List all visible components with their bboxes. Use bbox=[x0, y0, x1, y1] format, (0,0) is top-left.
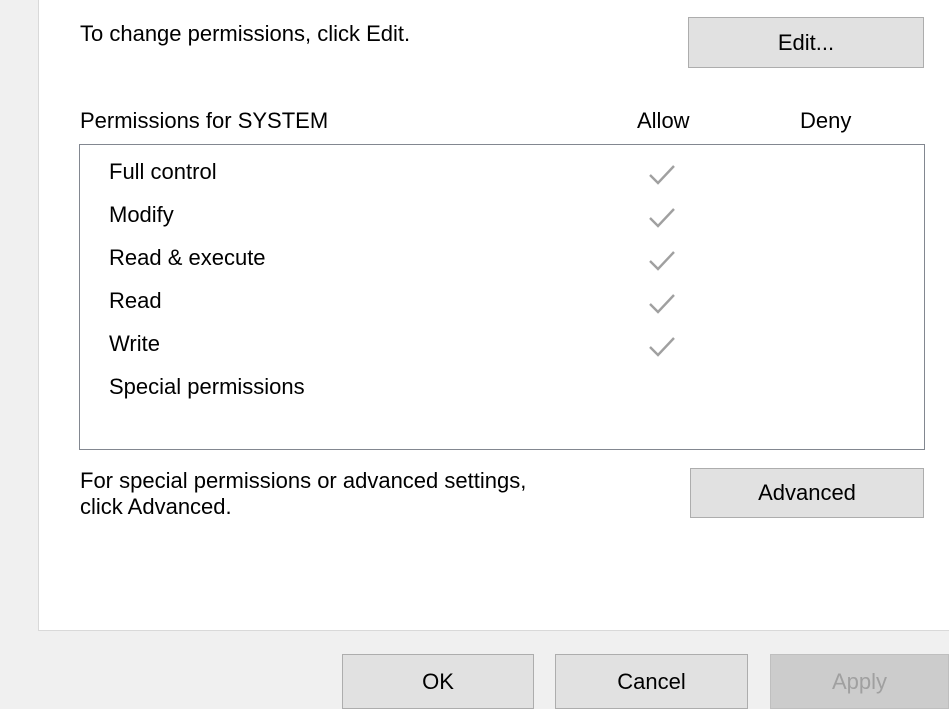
allow-check-icon bbox=[646, 290, 678, 316]
list-item: Read & execute bbox=[80, 237, 924, 280]
advanced-button[interactable]: Advanced bbox=[690, 468, 924, 518]
permissions-list[interactable]: Full control Modify Read & execute Read … bbox=[79, 144, 925, 450]
allow-check-icon bbox=[646, 333, 678, 359]
list-item: Full control bbox=[80, 151, 924, 194]
cancel-button[interactable]: Cancel bbox=[555, 654, 748, 709]
advanced-prompt-line2: click Advanced. bbox=[80, 494, 232, 519]
allow-check-icon bbox=[646, 204, 678, 230]
permission-name: Special permissions bbox=[109, 374, 305, 399]
advanced-prompt-line1: For special permissions or advanced sett… bbox=[80, 468, 527, 493]
list-item: Write bbox=[80, 323, 924, 366]
list-item: Read bbox=[80, 280, 924, 323]
edit-prompt: To change permissions, click Edit. bbox=[80, 21, 411, 46]
column-header-deny: Deny bbox=[800, 108, 852, 133]
allow-check-icon bbox=[646, 247, 678, 273]
permission-name: Read bbox=[109, 288, 162, 313]
permission-name: Full control bbox=[109, 159, 217, 184]
permission-name: Read & execute bbox=[109, 245, 266, 270]
permission-name: Modify bbox=[109, 202, 174, 227]
allow-check-icon bbox=[646, 161, 678, 187]
ok-button[interactable]: OK bbox=[342, 654, 534, 709]
list-item: Special permissions bbox=[80, 366, 924, 409]
apply-button[interactable]: Apply bbox=[770, 654, 949, 709]
permission-name: Write bbox=[109, 331, 160, 356]
permissions-header: Permissions for SYSTEM bbox=[80, 108, 329, 133]
edit-button[interactable]: Edit... bbox=[688, 17, 924, 68]
column-header-allow: Allow bbox=[637, 108, 690, 133]
list-item: Modify bbox=[80, 194, 924, 237]
